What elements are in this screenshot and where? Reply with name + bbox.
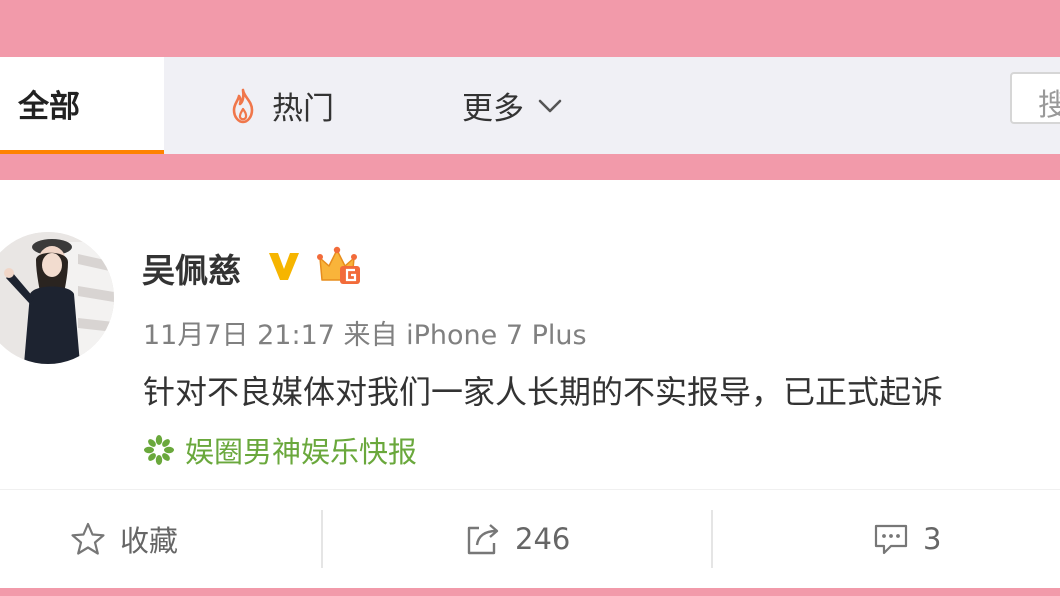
tab-hot[interactable]: 热门	[228, 57, 334, 154]
share-icon	[467, 524, 499, 555]
fire-icon	[232, 88, 254, 123]
share-button[interactable]: 246	[465, 490, 570, 588]
comment-button[interactable]: 3	[873, 490, 941, 588]
verified-icon	[269, 253, 299, 280]
tab-all[interactable]: 全部	[0, 57, 164, 154]
star-icon	[71, 522, 105, 555]
comment-icon	[874, 524, 908, 555]
post-timestamp[interactable]: 11月7日 21:17	[143, 320, 335, 351]
post-source: 来自 iPhone 7 Plus	[343, 320, 587, 351]
post-text: 针对不良媒体对我们一家人长期的不实报导，已正式起诉	[143, 373, 944, 411]
chevron-down-icon	[538, 99, 562, 112]
topic-label: 娱圈男神娱乐快报	[185, 435, 418, 469]
favorite-label: 收藏	[120, 524, 179, 558]
comment-count: 3	[923, 522, 942, 556]
avatar[interactable]	[0, 232, 114, 364]
search-input[interactable]: 搜	[1010, 72, 1060, 124]
action-divider	[321, 510, 323, 568]
action-divider	[711, 510, 713, 568]
post-card: 吴佩慈 11月7日 21:17 来自 iPhone 7 Plus 针对不良媒体对…	[0, 180, 1060, 588]
username[interactable]: 吴佩慈	[142, 244, 241, 292]
favorite-button[interactable]: 收藏	[70, 490, 178, 588]
search-placeholder: 搜	[1038, 88, 1060, 122]
tab-more-label: 更多	[462, 91, 524, 127]
avatar-image	[0, 232, 114, 364]
topic-link[interactable]: 娱圈男神娱乐快报	[143, 429, 417, 471]
tab-bar: 全部 热门 更多 搜	[0, 57, 1060, 154]
post-meta: 11月7日 21:17 来自 iPhone 7 Plus	[143, 313, 587, 352]
share-count: 246	[515, 522, 571, 556]
tab-hot-label: 热门	[272, 91, 334, 127]
topic-icon	[144, 435, 174, 465]
vip-crown-icon[interactable]	[317, 246, 363, 286]
tab-all-label: 全部	[18, 89, 80, 125]
tab-more[interactable]: 更多	[462, 57, 562, 154]
